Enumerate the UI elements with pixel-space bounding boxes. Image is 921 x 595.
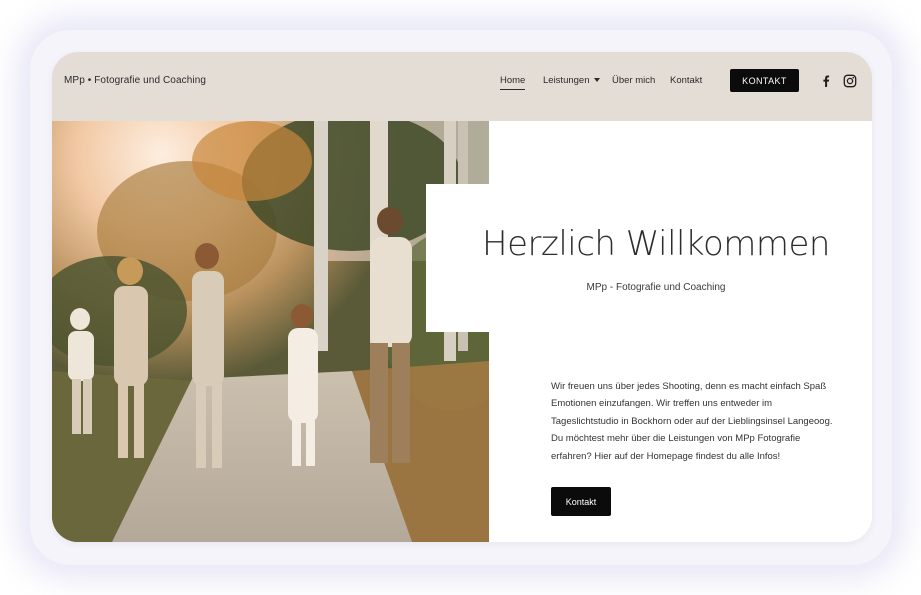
intro-line: Tageslichtstudio in Bockhorn oder auf de… <box>551 415 833 427</box>
intro-text: Wir freuen uns über jedes Shooting, denn… <box>551 378 841 465</box>
page-title: Herzlich Willkommen <box>482 224 830 264</box>
page-subtitle: MPp - Fotografie und Coaching <box>586 282 726 293</box>
nav-ueber-mich[interactable]: Über mich <box>612 75 655 86</box>
instagram-icon[interactable] <box>843 74 857 88</box>
nav-kontakt[interactable]: Kontakt <box>670 75 702 86</box>
nav-home[interactable]: Home <box>500 75 526 90</box>
browser-frame: MPp • Fotografie und Coaching Home Leist… <box>52 52 872 542</box>
chevron-down-icon <box>594 78 601 83</box>
nav-leistungen[interactable]: Leistungen <box>543 75 601 86</box>
hero-photo <box>52 121 489 542</box>
intro-line: erfahren? Hier auf der Homepage findest … <box>551 450 781 462</box>
header-kontakt-button[interactable]: KONTAKT <box>730 69 799 92</box>
nav-leistungen-label: Leistungen <box>543 75 590 86</box>
site-header: MPp • Fotografie und Coaching Home Leist… <box>52 52 872 121</box>
kontakt-button[interactable]: Kontakt <box>551 487 611 516</box>
facebook-icon[interactable] <box>819 74 833 88</box>
intro-line: Du möchtest mehr über die Leistungen von… <box>551 433 801 445</box>
intro-line: Wir freuen uns über jedes Shooting, denn… <box>551 381 827 392</box>
intro-line: Emotionen einzufangen. Wir treffen uns e… <box>551 398 773 410</box>
